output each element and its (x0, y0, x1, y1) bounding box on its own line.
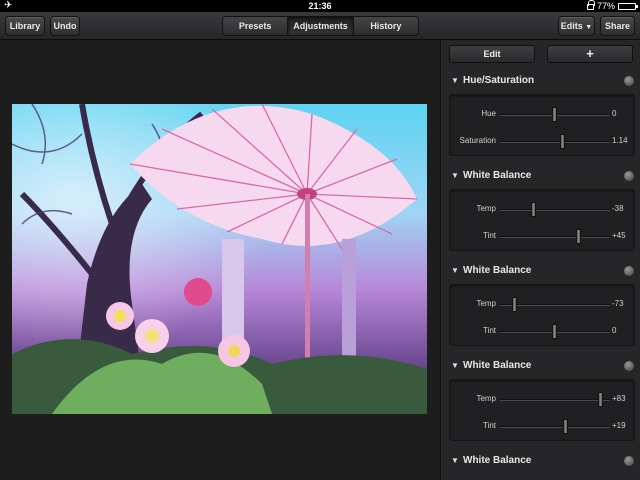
slider-knob[interactable] (552, 324, 557, 339)
slider-knob[interactable] (563, 419, 568, 434)
slider-row: Tint +45 (450, 227, 636, 247)
section-controls: Temp +83 Tint +19 (449, 379, 635, 441)
slider-value: -73 (612, 299, 624, 308)
orientation-lock-icon (586, 0, 595, 10)
slider-value: -38 (612, 204, 624, 213)
slider-row: Temp -38 (450, 200, 636, 220)
section-toggle[interactable] (624, 266, 634, 276)
section-title: White Balance (463, 265, 532, 276)
slider-label: Temp (476, 394, 496, 403)
edit-button[interactable]: Edit (449, 45, 535, 63)
section-white-balance-2[interactable]: ▼ White Balance (441, 259, 640, 283)
slider-value: 1.14 (612, 136, 628, 145)
slider-value: +19 (612, 421, 626, 430)
disclosure-triangle-icon: ▼ (451, 76, 459, 85)
slider-label: Tint (482, 231, 496, 240)
tab-presets[interactable]: Presets (223, 17, 289, 35)
section-title: White Balance (463, 455, 532, 466)
section-toggle[interactable] (624, 76, 634, 86)
status-time: 21:36 (308, 1, 332, 11)
slider-track[interactable] (500, 426, 610, 428)
status-right: 77% (586, 0, 638, 12)
slider-value: 0 (612, 109, 617, 118)
section-toggle[interactable] (624, 171, 634, 181)
section-title: White Balance (463, 170, 532, 181)
section-white-balance-3[interactable]: ▼ White Balance (441, 354, 640, 378)
slider-value: 0 (612, 326, 617, 335)
section-hue-saturation[interactable]: ▼ Hue/Saturation (441, 69, 640, 93)
section-white-balance-1[interactable]: ▼ White Balance (441, 164, 640, 188)
slider-value: +83 (612, 394, 626, 403)
slider-knob[interactable] (559, 134, 565, 149)
slider-knob[interactable] (598, 392, 604, 407)
top-toolbar: Library Undo Presets Adjustments History… (0, 12, 640, 40)
slider-row: Tint 0 (450, 322, 636, 342)
slider-label: Tint (482, 421, 496, 430)
slider-row: Temp +83 (450, 390, 636, 410)
slider-knob[interactable] (576, 229, 582, 244)
library-button[interactable]: Library (5, 16, 45, 36)
slider-row: Temp -73 (450, 295, 636, 315)
battery-icon (618, 2, 638, 10)
slider-row: Saturation 1.14 (450, 132, 636, 152)
slider-label: Saturation (459, 136, 496, 145)
edits-menu-button[interactable]: Edits ▼ (558, 16, 595, 36)
photo-image (12, 104, 427, 414)
edits-label: Edits (560, 21, 583, 31)
section-title: Hue/Saturation (463, 75, 535, 86)
section-title: White Balance (463, 360, 532, 371)
slider-row: Hue 0 (450, 105, 636, 125)
add-button[interactable]: + (547, 45, 633, 63)
share-button[interactable]: Share (600, 16, 635, 36)
mode-segmented-control: Presets Adjustments History (222, 16, 419, 36)
tab-adjustments[interactable]: Adjustments (288, 17, 354, 35)
slider-track[interactable] (500, 236, 610, 238)
disclosure-triangle-icon: ▼ (451, 361, 459, 370)
photo-preview[interactable] (12, 104, 427, 414)
slider-knob[interactable] (552, 107, 557, 122)
section-white-balance-4[interactable]: ▼ White Balance (441, 449, 640, 473)
slider-label: Temp (476, 299, 496, 308)
section-toggle[interactable] (624, 456, 634, 466)
photo-canvas (0, 40, 440, 480)
chevron-down-icon: ▼ (585, 24, 593, 31)
disclosure-triangle-icon: ▼ (451, 171, 459, 180)
slider-label: Temp (476, 204, 496, 213)
disclosure-triangle-icon: ▼ (451, 266, 459, 275)
slider-label: Hue (481, 109, 496, 118)
section-controls: Temp -73 Tint 0 (449, 284, 635, 346)
slider-track[interactable] (500, 209, 610, 211)
battery-percent: 77% (596, 1, 615, 11)
section-controls: Hue 0 Saturation 1.14 (449, 94, 635, 156)
slider-value: +45 (612, 231, 626, 240)
tab-history[interactable]: History (353, 17, 418, 35)
slider-track[interactable] (500, 399, 610, 401)
slider-track[interactable] (500, 141, 610, 143)
slider-label: Tint (482, 326, 496, 335)
section-toggle[interactable] (624, 361, 634, 371)
adjustments-panel: Edit + ▼ Hue/Saturation Hue 0 Saturation… (440, 40, 640, 480)
slider-row: Tint +19 (450, 417, 636, 437)
slider-knob[interactable] (512, 297, 518, 312)
disclosure-triangle-icon: ▼ (451, 456, 459, 465)
status-bar: ✈ 21:36 77% (0, 0, 640, 12)
slider-knob[interactable] (531, 202, 537, 217)
section-controls: Temp -38 Tint +45 (449, 189, 635, 251)
undo-button[interactable]: Undo (50, 16, 80, 36)
